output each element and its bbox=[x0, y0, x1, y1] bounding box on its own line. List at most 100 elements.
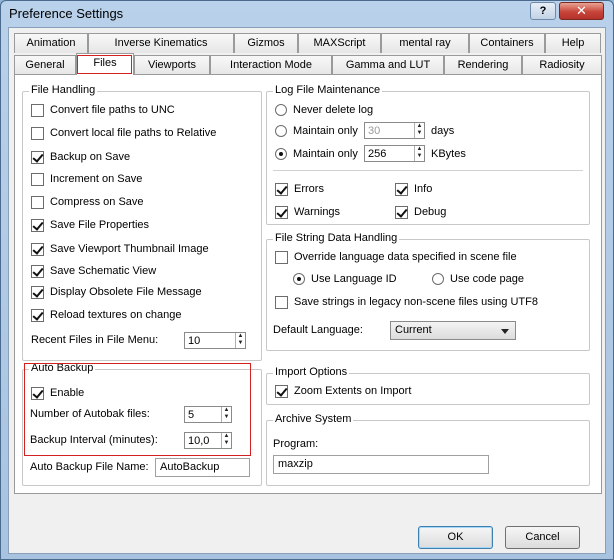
tab-viewports[interactable]: Viewports bbox=[134, 55, 210, 75]
tab-containers[interactable]: Containers bbox=[469, 33, 545, 53]
save-file-properties-checkbox[interactable] bbox=[31, 218, 44, 232]
auto-backup-enable-label: Enable bbox=[50, 387, 85, 399]
default-language-label: Default Language: bbox=[273, 324, 363, 336]
errors-option[interactable]: Errors bbox=[275, 181, 324, 197]
autobak-files-value[interactable]: 5 bbox=[185, 409, 221, 421]
convert-relative-option[interactable]: Convert local file paths to Relative bbox=[31, 125, 216, 141]
tab-inverse-kinematics[interactable]: Inverse Kinematics bbox=[88, 33, 234, 53]
save-schematic-label: Save Schematic View bbox=[50, 265, 157, 277]
debug-checkbox[interactable] bbox=[395, 205, 408, 219]
tab-mental-ray[interactable]: mental ray bbox=[381, 33, 469, 53]
program-label: Program: bbox=[273, 438, 319, 450]
use-language-id-option[interactable]: Use Language ID bbox=[293, 271, 397, 287]
use-code-page-radio[interactable] bbox=[432, 273, 444, 285]
zoom-extents-label: Zoom Extents on Import bbox=[294, 385, 412, 397]
maintain-days-value[interactable]: 30 bbox=[365, 125, 414, 137]
increment-on-save-option[interactable]: Increment on Save bbox=[31, 171, 142, 187]
save-strings-utf8-label: Save strings in legacy non-scene files u… bbox=[294, 296, 538, 308]
convert-unc-checkbox[interactable] bbox=[31, 103, 44, 117]
zoom-extents-option[interactable]: Zoom Extents on Import bbox=[275, 383, 411, 399]
default-language-dropdown[interactable]: Current bbox=[390, 321, 516, 340]
tab-animation[interactable]: Animation bbox=[14, 33, 88, 53]
reload-textures-checkbox[interactable] bbox=[31, 308, 44, 322]
save-schematic-checkbox[interactable] bbox=[31, 264, 44, 278]
override-language-label: Override language data specified in scen… bbox=[294, 251, 517, 263]
errors-checkbox[interactable] bbox=[275, 182, 288, 196]
spinner-arrows-icon[interactable]: ▲ ▼ bbox=[414, 123, 424, 138]
never-delete-radio[interactable] bbox=[275, 104, 287, 116]
tab-help[interactable]: Help bbox=[545, 33, 601, 53]
program-input[interactable]: maxzip bbox=[273, 455, 489, 474]
recent-files-value[interactable]: 10 bbox=[185, 335, 235, 347]
maintain-days-label: Maintain only bbox=[293, 125, 358, 137]
title-bar[interactable]: Preference Settings ? ✕ bbox=[1, 1, 613, 27]
auto-backup-enable-checkbox[interactable] bbox=[31, 386, 44, 400]
debug-option[interactable]: Debug bbox=[395, 204, 446, 220]
cancel-button[interactable]: Cancel bbox=[505, 526, 580, 549]
override-language-checkbox[interactable] bbox=[275, 250, 288, 264]
spinner-arrows-icon[interactable]: ▲ ▼ bbox=[221, 433, 231, 448]
spinner-arrows-icon[interactable]: ▲ ▼ bbox=[235, 333, 245, 348]
maintain-days-option[interactable]: Maintain only bbox=[275, 123, 358, 139]
maintain-days-spinner[interactable]: 30 ▲ ▼ bbox=[364, 122, 425, 139]
archive-system-title: Archive System bbox=[273, 413, 354, 425]
compress-on-save-option[interactable]: Compress on Save bbox=[31, 194, 144, 210]
zoom-extents-checkbox[interactable] bbox=[275, 384, 288, 398]
recent-files-label: Recent Files in File Menu: bbox=[31, 334, 159, 346]
maintain-kb-spinner[interactable]: 256 ▲ ▼ bbox=[364, 145, 425, 162]
save-schematic-option[interactable]: Save Schematic View bbox=[31, 263, 156, 279]
auto-backup-enable-option[interactable]: Enable bbox=[31, 385, 84, 401]
ok-button[interactable]: OK bbox=[418, 526, 493, 549]
file-handling-title: File Handling bbox=[29, 84, 98, 96]
maintain-kb-option[interactable]: Maintain only bbox=[275, 146, 358, 162]
close-button[interactable]: ✕ bbox=[559, 2, 604, 20]
tab-gamma-and-lut[interactable]: Gamma and LUT bbox=[332, 55, 444, 75]
use-language-id-radio[interactable] bbox=[293, 273, 305, 285]
tab-files[interactable]: Files bbox=[76, 53, 134, 75]
days-unit-label: days bbox=[431, 125, 455, 137]
compress-on-save-label: Compress on Save bbox=[50, 196, 144, 208]
tab-rendering[interactable]: Rendering bbox=[444, 55, 522, 75]
log-separator bbox=[273, 170, 583, 171]
save-strings-utf8-option[interactable]: Save strings in legacy non-scene files u… bbox=[275, 294, 538, 310]
never-delete-option[interactable]: Never delete log bbox=[275, 102, 373, 118]
backup-on-save-option[interactable]: Backup on Save bbox=[31, 149, 130, 165]
save-thumbnail-option[interactable]: Save Viewport Thumbnail Image bbox=[31, 241, 209, 257]
obsolete-message-option[interactable]: Display Obsolete File Message bbox=[31, 284, 202, 300]
override-language-option[interactable]: Override language data specified in scen… bbox=[275, 249, 517, 265]
convert-relative-checkbox[interactable] bbox=[31, 126, 44, 140]
backup-interval-value[interactable]: 10,0 bbox=[185, 435, 221, 447]
warnings-checkbox[interactable] bbox=[275, 205, 288, 219]
convert-unc-option[interactable]: Convert file paths to UNC bbox=[31, 102, 175, 118]
save-file-properties-label: Save File Properties bbox=[50, 219, 150, 231]
maintain-kb-radio[interactable] bbox=[275, 148, 287, 160]
save-strings-utf8-checkbox[interactable] bbox=[275, 295, 288, 309]
spinner-arrows-icon[interactable]: ▲ ▼ bbox=[221, 407, 231, 422]
tab-general[interactable]: General bbox=[14, 55, 76, 75]
maintain-days-radio[interactable] bbox=[275, 125, 287, 137]
backup-file-name-input[interactable]: AutoBackup bbox=[155, 458, 250, 477]
autobak-files-spinner[interactable]: 5 ▲ ▼ bbox=[184, 406, 232, 423]
backup-on-save-checkbox[interactable] bbox=[31, 150, 44, 164]
tab-maxscript[interactable]: MAXScript bbox=[298, 33, 381, 53]
tab-radiosity[interactable]: Radiosity bbox=[522, 55, 602, 75]
info-option[interactable]: Info bbox=[395, 181, 432, 197]
errors-label: Errors bbox=[294, 183, 324, 195]
save-thumbnail-checkbox[interactable] bbox=[31, 242, 44, 256]
recent-files-spinner[interactable]: 10 ▲ ▼ bbox=[184, 332, 246, 349]
maintain-kb-value[interactable]: 256 bbox=[365, 148, 414, 160]
save-file-properties-option[interactable]: Save File Properties bbox=[31, 217, 149, 233]
obsolete-message-checkbox[interactable] bbox=[31, 285, 44, 299]
use-code-page-option[interactable]: Use code page bbox=[432, 271, 524, 287]
compress-on-save-checkbox[interactable] bbox=[31, 195, 44, 209]
backup-interval-spinner[interactable]: 10,0 ▲ ▼ bbox=[184, 432, 232, 449]
help-button[interactable]: ? bbox=[530, 2, 556, 20]
info-checkbox[interactable] bbox=[395, 182, 408, 196]
backup-on-save-label: Backup on Save bbox=[50, 151, 131, 163]
tab-interaction-mode[interactable]: Interaction Mode bbox=[210, 55, 332, 75]
increment-on-save-checkbox[interactable] bbox=[31, 172, 44, 186]
tab-gizmos[interactable]: Gizmos bbox=[234, 33, 298, 53]
warnings-option[interactable]: Warnings bbox=[275, 204, 340, 220]
spinner-arrows-icon[interactable]: ▲ ▼ bbox=[414, 146, 424, 161]
reload-textures-option[interactable]: Reload textures on change bbox=[31, 307, 181, 323]
